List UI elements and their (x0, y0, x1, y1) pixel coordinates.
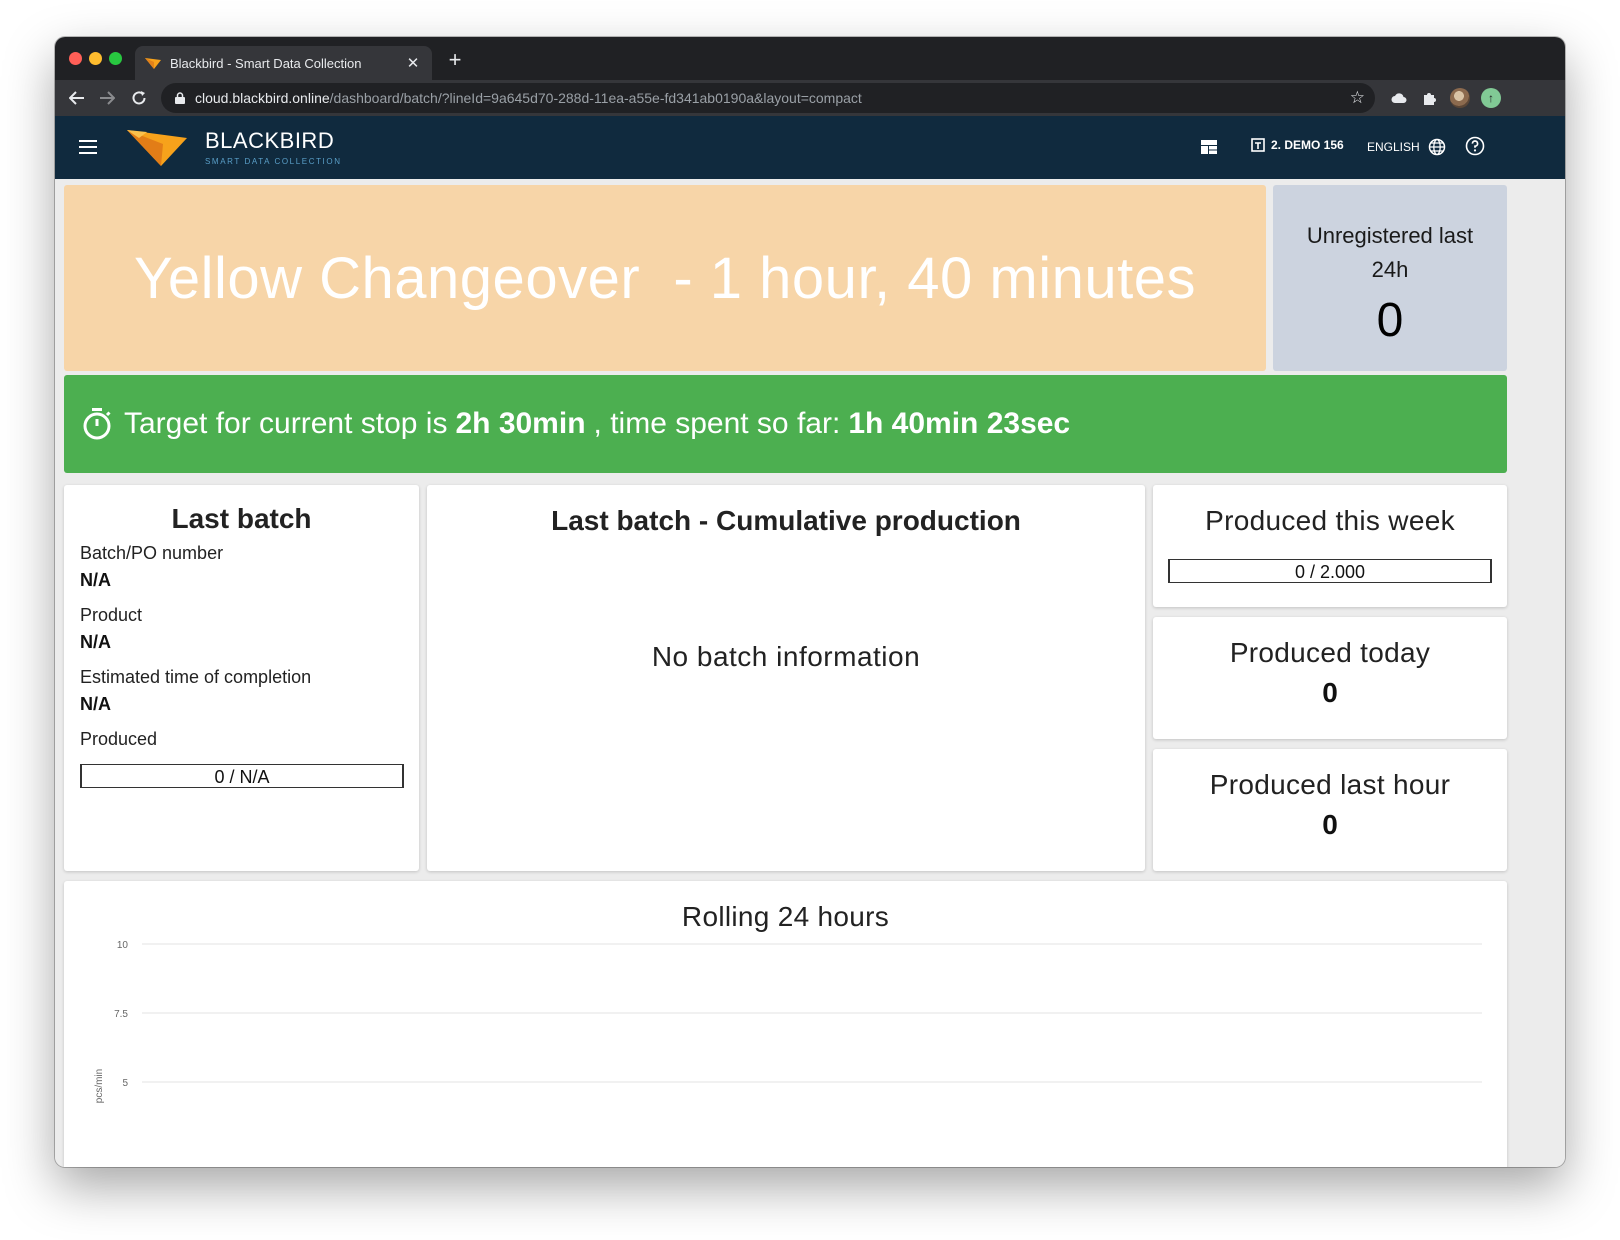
brand: BLACKBIRD SMART DATA COLLECTION (205, 128, 342, 166)
cumulative-heading: Last batch - Cumulative production (551, 505, 1021, 536)
last-batch-card: Last batch Batch/PO number N/A Product N… (64, 485, 419, 871)
produced-label: Produced (80, 729, 158, 749)
y-tick-label: 5 (122, 1078, 128, 1089)
week-title: Produced this week (1205, 505, 1455, 536)
eta-label: Estimated time of completion (80, 667, 312, 687)
produced-today-card: Produced today 0 (1153, 617, 1507, 739)
week-progress-bar: 0 / 2.000 (1168, 559, 1492, 583)
produced-this-week-card: Produced this week 0 / 2.000 (1153, 485, 1507, 607)
tab-close-icon[interactable]: ✕ (404, 54, 422, 72)
y-tick-label: 10 (117, 940, 129, 951)
url-path: /dashboard/batch/?lineId=9a645d70-288d-1… (329, 90, 862, 106)
unregistered-card: Unregistered last 24h 0 (1273, 185, 1507, 371)
stopwatch-icon (83, 408, 111, 440)
browser-tab[interactable]: Blackbird - Smart Data Collection ✕ (135, 46, 432, 80)
reload-icon[interactable] (127, 86, 151, 110)
rolling-24h-chart-card: Rolling 24 hours 10 7.5 5 pcs/min (64, 881, 1507, 1167)
blackbird-logo (127, 130, 187, 166)
dashboard-content: Yellow Changeover - 1 hour, 40 minutes U… (55, 179, 1565, 1167)
cloud-extension-icon[interactable] (1389, 88, 1409, 108)
url-text: cloud.blackbird.online/dashboard/batch/?… (195, 90, 862, 106)
eta-value: N/A (80, 694, 111, 714)
today-value: 0 (1322, 677, 1338, 708)
app-header: BLACKBIRD SMART DATA COLLECTION 2. DEMO … (55, 116, 1565, 179)
bookmark-star-icon[interactable]: ☆ (1350, 88, 1365, 108)
hamburger-menu-icon[interactable] (79, 140, 97, 154)
line-selector[interactable]: 2. DEMO 156 (1251, 138, 1344, 152)
language-selector[interactable]: ENGLISH (1367, 138, 1446, 156)
batch-value: N/A (80, 570, 111, 590)
target-middle: , time spent so far: (593, 407, 841, 440)
target-time: 2h 30min (455, 407, 586, 440)
lasthour-value: 0 (1322, 809, 1338, 840)
produced-last-hour-card: Produced last hour 0 (1153, 749, 1507, 871)
brand-name: BLACKBIRD (205, 128, 335, 153)
browser-tab-bar: Blackbird - Smart Data Collection ✕ + (55, 37, 1565, 80)
status-banner: Yellow Changeover - 1 hour, 40 minutes (64, 185, 1266, 371)
globe-icon (1428, 138, 1445, 156)
brand-tagline: SMART DATA COLLECTION (205, 157, 342, 166)
help-icon[interactable] (1465, 136, 1485, 156)
spent-time: 1h 40min 23sec (848, 407, 1071, 440)
batch-label: Batch/PO number (80, 543, 224, 563)
blackbird-favicon-icon (145, 55, 161, 71)
close-window-button[interactable] (69, 52, 82, 65)
lock-icon (175, 92, 185, 104)
tab-title: Blackbird - Smart Data Collection (170, 55, 362, 71)
back-arrow-icon[interactable] (65, 86, 89, 110)
line-select-icon (1251, 138, 1265, 152)
cumulative-production-card: Last batch - Cumulative production No ba… (427, 485, 1145, 871)
last-batch-heading: Last batch (171, 503, 312, 534)
product-value: N/A (80, 632, 111, 652)
minimize-window-button[interactable] (89, 52, 102, 65)
browser-window: Blackbird - Smart Data Collection ✕ + cl… (55, 37, 1565, 1167)
target-bar: Target for current stop is 2h 30min , ti… (64, 375, 1507, 473)
url-domain: cloud.blackbird.online (195, 90, 330, 106)
line-selector-label: 2. DEMO 156 (1271, 138, 1344, 152)
today-title: Produced today (1229, 637, 1431, 668)
unregistered-value: 0 (1376, 294, 1404, 347)
rolling-24h-chart: 10 7.5 5 pcs/min (94, 940, 1482, 1103)
dashboard-layout-icon[interactable] (1201, 140, 1217, 154)
forward-arrow-icon[interactable] (95, 86, 119, 110)
address-bar[interactable]: cloud.blackbird.online/dashboard/batch/?… (161, 83, 1375, 113)
product-label: Product (80, 605, 143, 625)
y-tick-label: 7.5 (114, 1009, 128, 1020)
y-axis-label: pcs/min (94, 1069, 105, 1103)
no-batch-message: No batch information (651, 641, 921, 672)
unregistered-title: Unregistered last 24h (1306, 223, 1474, 282)
extensions-puzzle-icon[interactable] (1419, 88, 1439, 108)
browser-toolbar: cloud.blackbird.online/dashboard/batch/?… (55, 80, 1565, 116)
profile-avatar[interactable] (1450, 88, 1470, 108)
new-tab-button[interactable]: + (443, 47, 467, 73)
status-text: Yellow Changeover - 1 hour, 40 minutes (134, 245, 1196, 311)
lasthour-title: Produced last hour (1209, 769, 1451, 800)
maximize-window-button[interactable] (109, 52, 122, 65)
batch-progress-bar: 0 / N/A (80, 764, 404, 788)
update-icon[interactable]: ↑ (1481, 88, 1501, 108)
target-prefix: Target for current stop is (124, 407, 448, 440)
language-label: ENGLISH (1367, 140, 1420, 154)
